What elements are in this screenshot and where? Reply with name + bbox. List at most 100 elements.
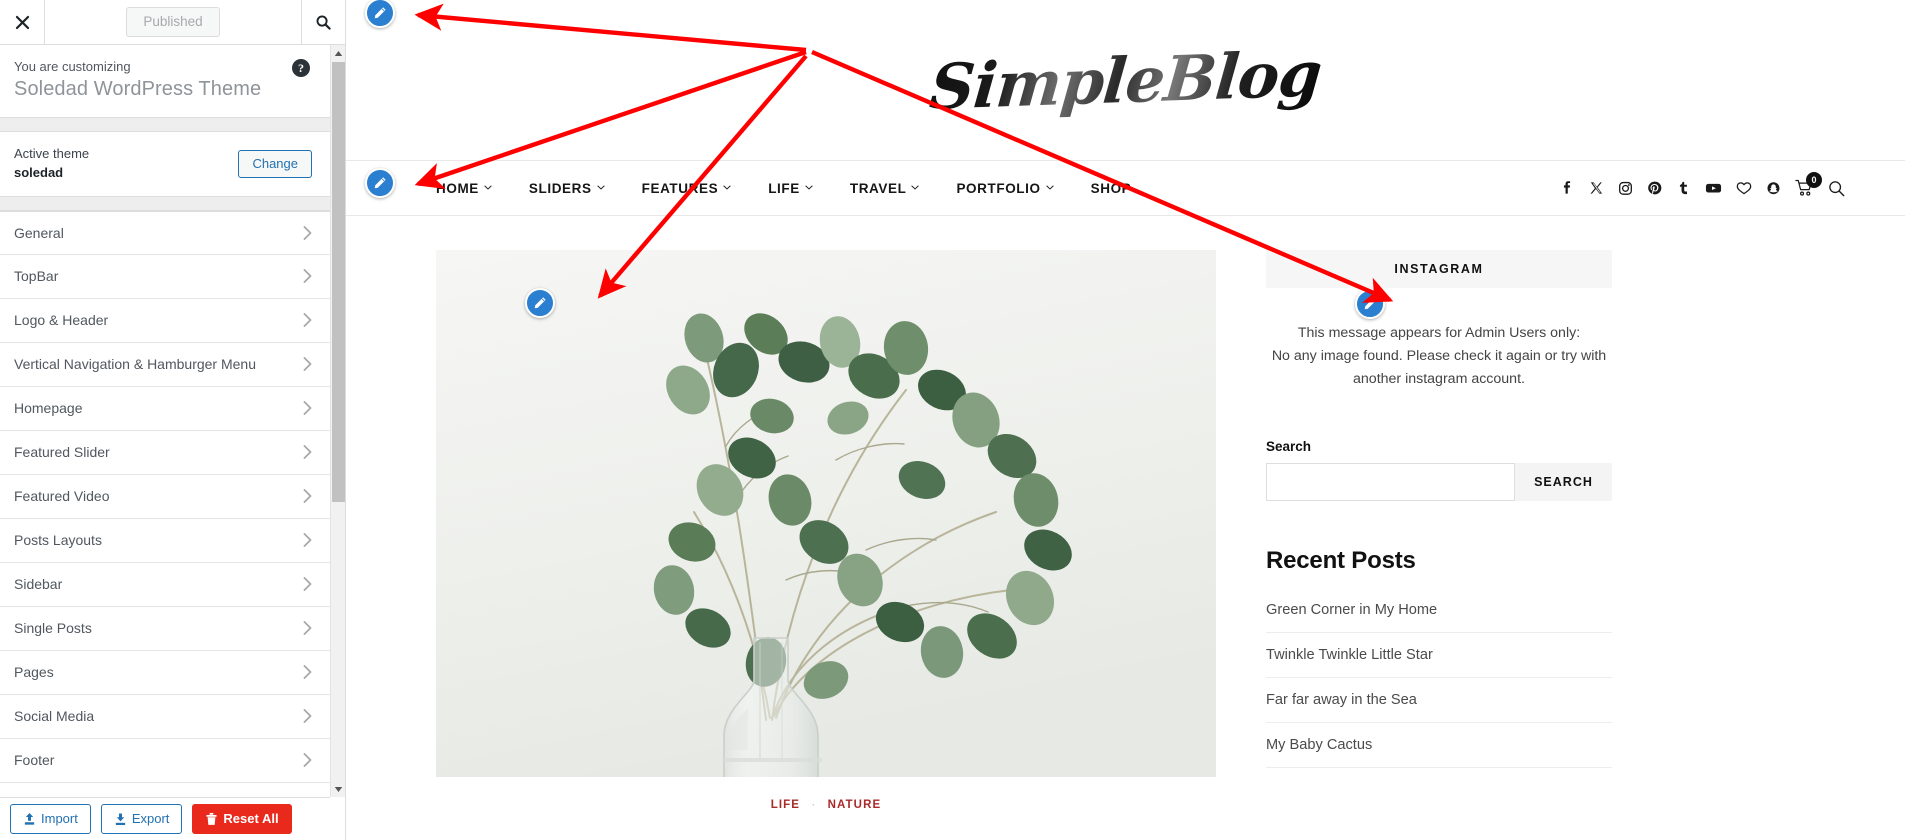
search-icon[interactable]: [301, 0, 345, 44]
sidebar-item-label: Sidebar: [14, 576, 63, 593]
sidebar-item-logo-header[interactable]: Logo & Header: [0, 299, 330, 343]
customizer-footer-actions: Import Export Reset All: [0, 797, 330, 840]
site-logo-area: SimpleBlog: [346, 0, 1905, 160]
facebook-icon[interactable]: [1560, 180, 1575, 196]
chevron-down-icon: [805, 183, 813, 192]
panel-divider: [0, 118, 330, 132]
chevron-right-icon: [303, 753, 312, 768]
nav-item-sliders[interactable]: SLIDERS: [529, 181, 605, 196]
tumblr-icon[interactable]: [1676, 180, 1691, 196]
page-title: Soledad WordPress Theme: [14, 78, 262, 100]
list-item[interactable]: My Baby Cactus: [1266, 723, 1612, 769]
youtube-icon[interactable]: [1705, 180, 1722, 196]
sidebar-item-featured-video[interactable]: Featured Video: [0, 475, 330, 519]
sidebar-item-label: Social Media: [14, 708, 95, 725]
chevron-right-icon: [303, 313, 312, 328]
list-item[interactable]: Twinkle Twinkle Little Star: [1266, 633, 1612, 679]
chevron-right-icon: [303, 665, 312, 680]
recent-posts-title: Recent Posts: [1266, 547, 1416, 575]
sidebar-item-label: TopBar: [14, 268, 59, 285]
post-category-nature[interactable]: Nature: [828, 799, 882, 811]
cart-count-badge: 0: [1806, 172, 1822, 188]
change-theme-button[interactable]: Change: [238, 149, 312, 178]
featured-image[interactable]: [436, 250, 1216, 777]
nav-item-travel[interactable]: TRAVEL: [850, 181, 920, 196]
edit-pin-instagram-widget[interactable]: [1355, 289, 1385, 319]
search-widget: Search SEARCH: [1266, 439, 1612, 502]
instagram-message-line-2: No any image found. Please check it agai…: [1271, 348, 1607, 365]
instagram-message-line-3: another instagram account.: [1353, 371, 1525, 388]
instagram-widget-message: This message appears for Admin Users onl…: [1266, 322, 1612, 391]
post-column: Life · Nature: [436, 250, 1216, 811]
nav-item-life[interactable]: LIFE: [768, 181, 813, 196]
nav-item-label: SHOP: [1090, 180, 1132, 196]
scroll-down-arrow-icon[interactable]: [331, 781, 346, 797]
edit-pin-navigation[interactable]: [365, 168, 395, 198]
instagram-icon[interactable]: [1618, 180, 1633, 196]
chevron-right-icon: [303, 533, 312, 548]
reset-all-button[interactable]: Reset All: [192, 804, 292, 834]
site-logo[interactable]: SimpleBlog: [927, 37, 1324, 124]
scrollbar-thumb[interactable]: [332, 62, 345, 502]
publish-button[interactable]: Published: [126, 7, 220, 37]
chevron-right-icon: [303, 225, 312, 240]
sidebar-item-pages[interactable]: Pages: [0, 651, 330, 695]
pinterest-icon[interactable]: [1647, 180, 1662, 196]
sidebar-item-social-media[interactable]: Social Media: [0, 695, 330, 739]
sidebar-item-footer[interactable]: Footer: [0, 739, 330, 783]
export-button[interactable]: Export: [100, 804, 183, 834]
category-separator: ·: [811, 799, 817, 811]
customizer-scrollbar[interactable]: [330, 45, 345, 797]
shopping-cart-icon[interactable]: 0: [1795, 172, 1822, 197]
sidebar-item-label: Posts Layouts: [14, 532, 102, 549]
snapchat-icon[interactable]: [1766, 180, 1781, 196]
instagram-message-line-1: This message appears for Admin Users onl…: [1297, 325, 1581, 341]
pencil-icon: [374, 7, 386, 19]
customizer-sections: General TopBar Logo & Header Vertical Na…: [0, 210, 330, 783]
nav-item-features[interactable]: FEATURES: [642, 181, 732, 196]
list-item[interactable]: Green Corner in My Home: [1266, 588, 1612, 634]
close-icon[interactable]: [0, 0, 45, 44]
scroll-up-arrow-icon[interactable]: [331, 45, 346, 61]
recent-posts-widget: Recent Posts Green Corner in My Home Twi…: [1266, 547, 1612, 769]
instagram-widget-title: INSTAGRAM: [1266, 250, 1612, 288]
post-categories: Life · Nature: [436, 799, 1216, 811]
search-icon[interactable]: [1828, 180, 1845, 197]
active-theme-row: Active theme soledad Change: [0, 132, 330, 197]
sidebar-item-single-posts[interactable]: Single Posts: [0, 607, 330, 651]
sidebar-item-vertical-navigation[interactable]: Vertical Navigation & Hamburger Menu: [0, 343, 330, 387]
search-submit-button[interactable]: SEARCH: [1515, 463, 1612, 502]
customizer-panel: Published You are customizing Soledad Wo…: [0, 0, 346, 840]
chevron-right-icon: [303, 621, 312, 636]
edit-pin-featured-image[interactable]: [525, 288, 555, 318]
x-twitter-icon[interactable]: [1589, 180, 1604, 196]
pencil-icon: [374, 177, 386, 189]
sidebar-item-label: Featured Video: [14, 488, 110, 505]
nav-item-home[interactable]: HOME: [436, 181, 492, 196]
sidebar-item-sidebar[interactable]: Sidebar: [0, 563, 330, 607]
nav-item-label: LIFE: [768, 180, 800, 196]
nav-item-portfolio[interactable]: PORTFOLIO: [956, 181, 1054, 196]
sidebar-item-featured-slider[interactable]: Featured Slider: [0, 431, 330, 475]
sidebar-item-topbar[interactable]: TopBar: [0, 255, 330, 299]
chevron-right-icon: [303, 445, 312, 460]
import-button[interactable]: Import: [10, 804, 91, 834]
publish-button-wrap: Published: [45, 0, 301, 44]
post-category-life[interactable]: Life: [771, 799, 800, 811]
search-input[interactable]: [1266, 463, 1515, 502]
help-question-icon[interactable]: ?: [292, 59, 310, 77]
list-item[interactable]: Far far away in the Sea: [1266, 678, 1612, 724]
customizer-topbar: Published: [0, 0, 345, 45]
download-icon: [114, 812, 127, 826]
nav-item-label: HOME: [436, 180, 479, 196]
sidebar-item-posts-layouts[interactable]: Posts Layouts: [0, 519, 330, 563]
panel-divider-2: [0, 196, 330, 211]
nav-item-shop[interactable]: SHOP: [1091, 181, 1132, 196]
site-preview-frame: SimpleBlog HOME SLIDERS FEATURES LIFE TR…: [346, 0, 1905, 840]
chevron-right-icon: [303, 577, 312, 592]
chevron-right-icon: [303, 357, 312, 372]
sidebar-item-homepage[interactable]: Homepage: [0, 387, 330, 431]
bloglovin-heart-icon[interactable]: [1736, 180, 1752, 196]
active-theme-name: soledad: [14, 164, 64, 180]
sidebar-item-general[interactable]: General: [0, 210, 330, 255]
